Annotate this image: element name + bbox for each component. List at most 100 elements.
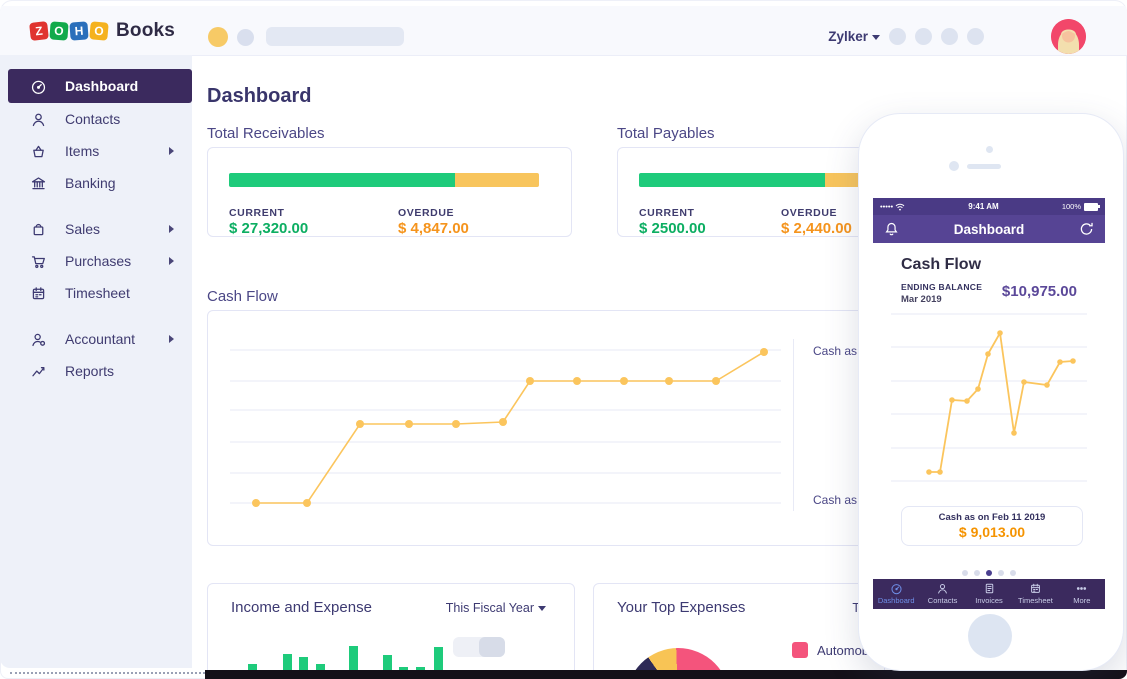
user-avatar[interactable] — [1051, 19, 1086, 54]
sidebar-item-dashboard[interactable]: Dashboard — [8, 69, 192, 103]
receivables-progress-bar — [229, 173, 539, 187]
zoho-books-logo[interactable]: Z O H O Books — [29, 20, 176, 42]
app-window: Z O H O Books Zylker Dashboard Contacts It… — [0, 0, 1127, 679]
phone-tab-label: More — [1073, 596, 1091, 605]
phone-home-button[interactable] — [968, 614, 1012, 658]
cash-as-on-card[interactable]: Cash as on Feb 11 2019 $ 9,013.00 — [901, 506, 1083, 546]
top-expenses-card: Your Top Expenses T Automobile E — [593, 583, 894, 679]
phone-screen: ••••• 9:41 AM 100% Dashboard Cash Flow E… — [873, 198, 1105, 609]
chevron-down-icon — [872, 34, 880, 40]
sales-icon — [33, 223, 44, 235]
phone-tab-timesheet[interactable]: Timesheet — [1012, 579, 1058, 609]
page-dot[interactable] — [962, 570, 968, 576]
chevron-right-icon — [169, 257, 174, 265]
sidebar-item-items[interactable]: Items — [8, 135, 192, 167]
sidebar-item-purchases[interactable]: Purchases — [8, 245, 192, 277]
phone-tab-label: Invoices — [975, 596, 1003, 605]
sidebar-item-label: Purchases — [65, 253, 132, 269]
phone-mockup: ••••• 9:41 AM 100% Dashboard Cash Flow E… — [858, 113, 1124, 671]
income-bar — [383, 655, 392, 671]
search-bar-placeholder[interactable] — [266, 27, 404, 46]
sidebar: Dashboard Contacts Items Banking Sales Purcha… — [0, 55, 192, 668]
contacts-icon — [32, 113, 45, 126]
sidebar-item-contacts[interactable]: Contacts — [8, 103, 192, 135]
sidebar-item-label: Timesheet — [65, 285, 130, 301]
phone-tab-more[interactable]: More — [1059, 579, 1105, 609]
sidebar-item-label: Reports — [65, 363, 115, 379]
receivables-card: CURRENT $ 27,320.00 OVERDUE $ 4,847.00 — [207, 147, 572, 237]
receivables-current-bar — [229, 173, 456, 187]
cash-flow-chart — [208, 311, 793, 547]
accountant-icon — [32, 333, 46, 346]
ending-balance-label: ENDING BALANCE — [901, 282, 983, 292]
more-icon — [1077, 587, 1087, 590]
current-label: CURRENT — [229, 207, 285, 219]
sidebar-item-sales[interactable]: Sales — [8, 213, 192, 245]
sidebar-item-banking[interactable]: Banking — [8, 167, 192, 199]
sidebar-item-label: Accountant — [65, 331, 136, 347]
window-bottom-edge — [205, 670, 1127, 679]
page-dot[interactable] — [974, 570, 980, 576]
logo-text: Books — [116, 20, 176, 41]
phone-tab-label: Contacts — [927, 596, 958, 605]
phone-camera-dot — [986, 146, 993, 153]
window-control-dot[interactable] — [237, 29, 254, 46]
phone-status-bar: ••••• 9:41 AM 100% — [873, 198, 1105, 215]
payables-current-bar — [639, 173, 825, 187]
topbar-icon-placeholder[interactable] — [941, 28, 958, 45]
receivables-title: Total Receivables — [207, 125, 325, 142]
sidebar-item-label: Dashboard — [65, 78, 139, 94]
phone-tab-invoices[interactable]: Invoices — [966, 579, 1012, 609]
refresh-icon[interactable] — [1078, 220, 1095, 238]
overdue-label: OVERDUE — [781, 207, 838, 219]
phone-tab-contacts[interactable]: Contacts — [919, 579, 965, 609]
frame-bottom-dotted-edge — [10, 672, 205, 674]
sidebar-item-label: Items — [65, 143, 100, 159]
sidebar-item-timesheet[interactable]: Timesheet — [8, 277, 192, 309]
payables-title: Total Payables — [617, 125, 715, 142]
top-bar: Z O H O Books Zylker — [0, 6, 1127, 56]
phone-front-camera — [949, 161, 959, 171]
signal-dots: ••••• — [880, 202, 894, 211]
battery-icon — [1084, 202, 1100, 211]
bell-icon[interactable] — [883, 220, 900, 238]
payables-overdue-amount: $ 2,440.00 — [781, 220, 852, 237]
status-time: 9:41 AM — [968, 202, 999, 211]
sidebar-item-reports[interactable]: Reports — [8, 355, 192, 387]
cash-as-on-amount: $ 9,013.00 — [958, 524, 1026, 540]
page-dot[interactable] — [1010, 570, 1016, 576]
receivables-overdue-bar — [455, 173, 539, 187]
topbar-icon-placeholder[interactable] — [967, 28, 984, 45]
invoices-icon — [985, 583, 993, 594]
topbar-icon-placeholder[interactable] — [915, 28, 932, 45]
dashboard-icon — [31, 80, 46, 94]
ending-balance-period: Mar 2019 — [901, 294, 942, 305]
purchases-icon — [31, 255, 45, 268]
sidebar-item-accountant[interactable]: Accountant — [8, 323, 192, 355]
legend-swatch-automobile — [792, 642, 808, 658]
logo-tile-o2: O — [89, 21, 109, 41]
phone-page-title: Dashboard — [953, 221, 1025, 237]
sidebar-item-label: Banking — [65, 175, 116, 191]
timesheet-icon — [32, 286, 45, 299]
income-bar — [349, 646, 358, 671]
phone-tab-bar: Dashboard Contacts Invoices Timesheet More — [873, 579, 1105, 609]
chevron-right-icon — [169, 335, 174, 343]
overdue-label: OVERDUE — [398, 207, 455, 219]
banking-icon — [31, 176, 46, 189]
window-control-dot[interactable] — [208, 27, 228, 47]
contacts-icon — [938, 583, 947, 594]
logo-tile-o1: O — [49, 21, 69, 41]
phone-nav-bar: Dashboard — [873, 215, 1105, 243]
phone-tab-dashboard[interactable]: Dashboard — [873, 579, 919, 609]
timesheet-icon — [1031, 583, 1040, 593]
page-dot[interactable] — [998, 570, 1004, 576]
avatar-illustration — [1051, 19, 1086, 54]
cashflow-card: Cash as o Cash as o — [207, 310, 880, 546]
topbar-icon-placeholder[interactable] — [889, 28, 906, 45]
page-dot[interactable] — [986, 570, 992, 576]
receivables-current-amount: $ 27,320.00 — [229, 220, 309, 237]
organization-dropdown[interactable]: Zylker — [828, 29, 880, 44]
top-expenses-title: Your Top Expenses — [617, 599, 746, 616]
chevron-right-icon — [169, 225, 174, 233]
